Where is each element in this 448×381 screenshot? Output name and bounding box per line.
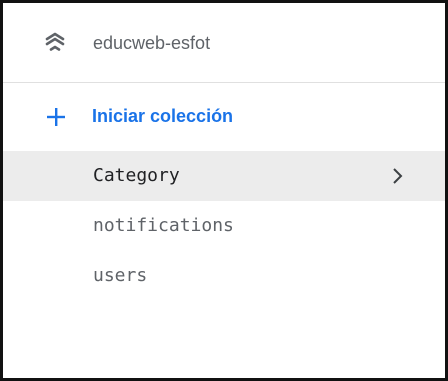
collection-list: Category notifications users — [3, 151, 445, 301]
collection-item-category[interactable]: Category — [3, 151, 445, 201]
collections-panel: educweb-esfot Iniciar colección Category… — [0, 0, 448, 381]
chevron-right-icon — [391, 167, 405, 185]
start-collection-button[interactable]: Iniciar colección — [3, 83, 445, 149]
collection-item-label: Category — [93, 165, 180, 186]
plus-icon — [46, 107, 66, 127]
collection-item-label: notifications — [93, 215, 234, 236]
start-collection-label: Iniciar colección — [92, 106, 234, 126]
project-name: educweb-esfot — [93, 33, 211, 53]
collection-item-label: users — [93, 265, 148, 286]
firestore-stack-icon — [44, 31, 66, 53]
collection-item-users[interactable]: users — [3, 251, 445, 301]
project-header: educweb-esfot — [3, 3, 445, 83]
collection-item-notifications[interactable]: notifications — [3, 201, 445, 251]
